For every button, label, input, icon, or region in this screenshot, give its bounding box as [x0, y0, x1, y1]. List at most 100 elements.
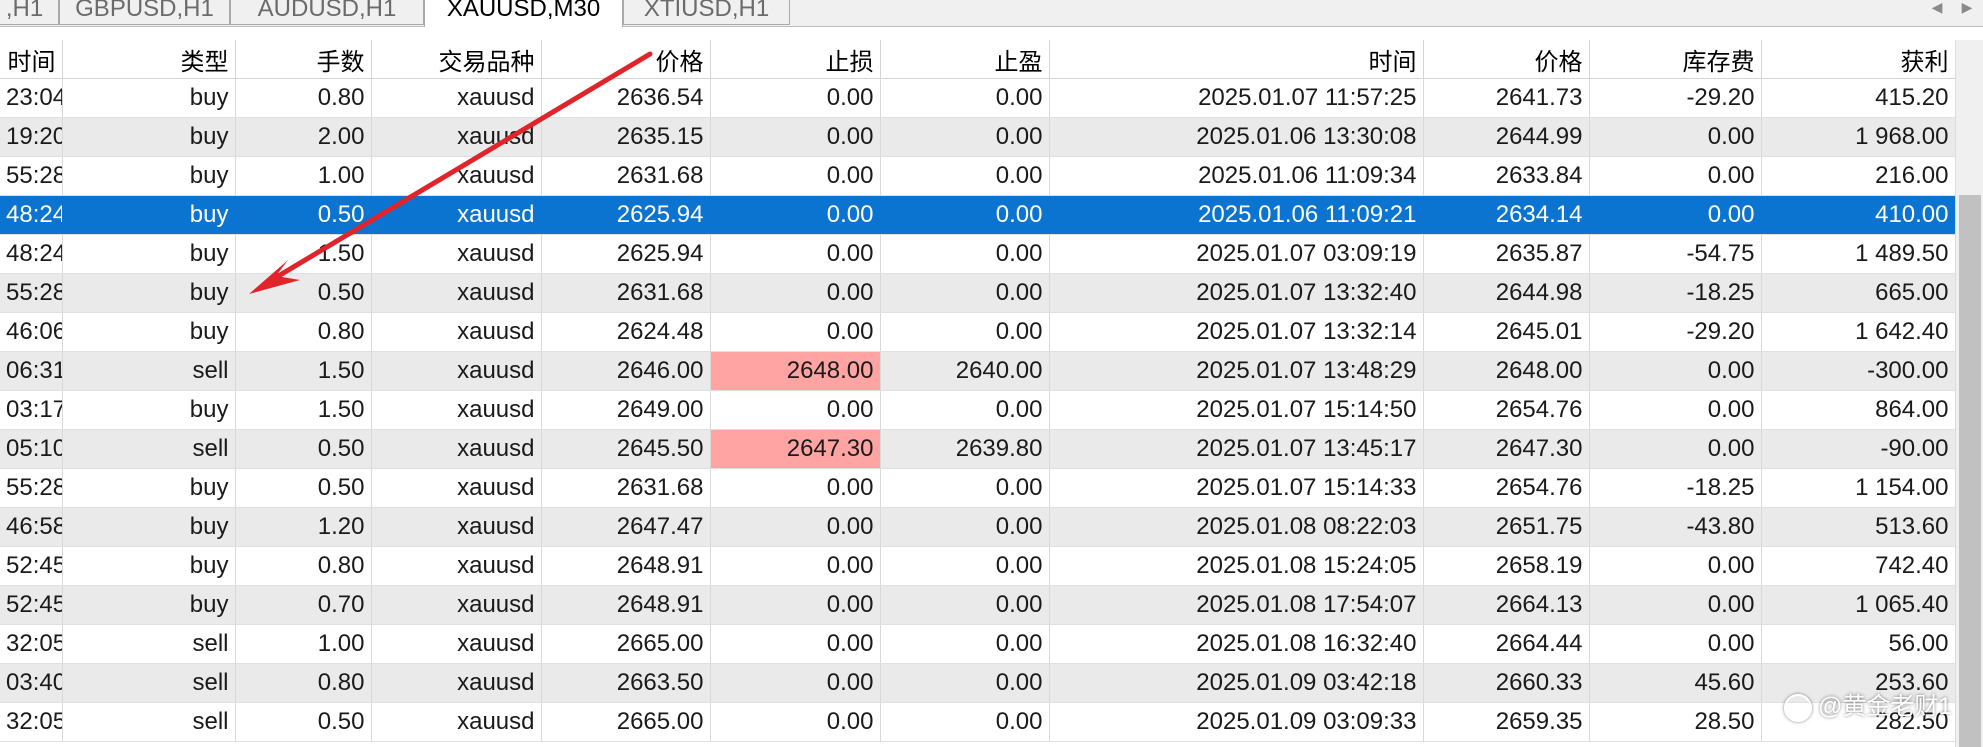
col-header-close-price[interactable]: 价格 [1423, 40, 1590, 79]
cell-swap: 0.00 [1589, 156, 1762, 196]
col-header-profit[interactable]: 获利 [1761, 40, 1956, 79]
cell-open-time: 23:04 [0, 78, 63, 118]
cell-symbol: xauusd [371, 702, 542, 742]
tab-scroll-right-icon[interactable]: ▶ [1955, 0, 1979, 20]
cell-close-price: 2651.75 [1423, 507, 1590, 547]
cell-stop-loss: 2647.30 [710, 429, 881, 469]
cell-open-time: 32:05 [0, 624, 63, 664]
table-header-row: 时间 类型 手数 交易品种 价格 止损 止盈 时间 价格 库存费 获利 [0, 40, 1956, 79]
cell-profit: 864.00 [1761, 390, 1956, 430]
table-row[interactable]: 32:05 sell 0.50 xauusd 2665.00 0.00 0.00 2025.0… [0, 702, 1956, 742]
table-row[interactable]: 06:31 sell 1.50 xauusd 2646.00 2648.00 2640.00… [0, 351, 1956, 391]
trade-history-table: 时间 类型 手数 交易品种 价格 止损 止盈 时间 价格 库存费 获利 23:0… [0, 40, 1956, 742]
cell-open-price: 2631.68 [541, 468, 711, 508]
cell-take-profit: 0.00 [880, 312, 1050, 352]
cell-close-time: 2025.01.06 13:30:08 [1049, 117, 1424, 157]
cell-symbol: xauusd [371, 546, 542, 586]
cell-swap: -43.80 [1589, 507, 1762, 547]
cell-symbol: xauusd [371, 507, 542, 547]
col-header-volume[interactable]: 手数 [235, 40, 372, 79]
col-header-take-profit[interactable]: 止盈 [880, 40, 1050, 79]
tab-audusd-h1[interactable]: AUDUSD,H1 [230, 0, 424, 25]
col-header-symbol[interactable]: 交易品种 [371, 40, 542, 79]
col-header-open-time[interactable]: 时间 [0, 40, 63, 79]
cell-close-price: 2644.98 [1423, 273, 1590, 313]
tab-xauusd-m30[interactable]: XAUUSD,M30 [424, 0, 623, 27]
table-row[interactable]: 05:10 sell 0.50 xauusd 2645.50 2647.30 2639.80… [0, 429, 1956, 469]
col-header-swap[interactable]: 库存费 [1589, 40, 1762, 79]
table-row[interactable]: 19:20 buy 2.00 xauusd 2635.15 0.00 0.00 2025.01… [0, 117, 1956, 157]
vertical-scrollbar[interactable] [1955, 40, 1983, 747]
cell-volume: 2.00 [235, 117, 372, 157]
cell-profit: 1 489.50 [1761, 234, 1956, 274]
table-body: 23:04 buy 0.80 xauusd 2636.54 0.00 0.00 2025.01… [0, 78, 1956, 742]
cell-swap: 0.00 [1589, 351, 1762, 391]
cell-volume: 0.80 [235, 546, 372, 586]
table-row[interactable]: 46:06 buy 0.80 xauusd 2624.48 0.00 0.00 2025.01… [0, 312, 1956, 352]
table-row[interactable]: 52:45 buy 0.80 xauusd 2648.91 0.00 0.00 2025.01… [0, 546, 1956, 586]
cell-open-time: 03:17 [0, 390, 63, 430]
cell-type: buy [62, 234, 236, 274]
cell-take-profit: 0.00 [880, 156, 1050, 196]
cell-open-time: 46:58 [0, 507, 63, 547]
table-row[interactable]: 23:04 buy 0.80 xauusd 2636.54 0.00 0.00 2025.01… [0, 78, 1956, 118]
cell-symbol: xauusd [371, 468, 542, 508]
cell-profit: 415.20 [1761, 78, 1956, 118]
cell-type: buy [62, 546, 236, 586]
cell-close-time: 2025.01.07 15:14:33 [1049, 468, 1424, 508]
tab-xtiusd-h1[interactable]: XTIUSD,H1 [623, 0, 790, 25]
table-row[interactable]: 46:58 buy 1.20 xauusd 2647.47 0.00 0.00 2025.01… [0, 507, 1956, 547]
scrollbar-thumb[interactable] [1959, 195, 1981, 747]
cell-take-profit: 0.00 [880, 117, 1050, 157]
cell-close-price: 2654.76 [1423, 468, 1590, 508]
cell-open-price: 2625.94 [541, 234, 711, 274]
cell-type: buy [62, 585, 236, 625]
cell-close-price: 2664.13 [1423, 585, 1590, 625]
cell-type: buy [62, 390, 236, 430]
cell-swap: -54.75 [1589, 234, 1762, 274]
col-header-type[interactable]: 类型 [62, 40, 236, 79]
cell-stop-loss: 0.00 [710, 702, 881, 742]
cell-type: sell [62, 351, 236, 391]
table-row[interactable]: 03:17 buy 1.50 xauusd 2649.00 0.00 0.00 2025.01… [0, 390, 1956, 430]
cell-take-profit: 2639.80 [880, 429, 1050, 469]
cell-open-time: 48:24 [0, 234, 63, 274]
cell-take-profit: 2640.00 [880, 351, 1050, 391]
table-row[interactable]: 32:05 sell 1.00 xauusd 2665.00 0.00 0.00 2025.0… [0, 624, 1956, 664]
table-row[interactable]: 52:45 buy 0.70 xauusd 2648.91 0.00 0.00 2025.01… [0, 585, 1956, 625]
cell-type: sell [62, 624, 236, 664]
col-header-close-time[interactable]: 时间 [1049, 40, 1424, 79]
tab-scroll-left-icon[interactable]: ◀ [1925, 0, 1949, 20]
table-row[interactable]: 55:28 buy 1.00 xauusd 2631.68 0.00 0.00 2025.01… [0, 156, 1956, 196]
cell-stop-loss: 0.00 [710, 78, 881, 118]
cell-symbol: xauusd [371, 390, 542, 430]
cell-symbol: xauusd [371, 195, 542, 235]
col-header-open-price[interactable]: 价格 [541, 40, 711, 79]
col-header-stop-loss[interactable]: 止损 [710, 40, 881, 79]
tab-gbpusd-h1[interactable]: GBPUSD,H1 [59, 0, 230, 25]
cell-take-profit: 0.00 [880, 195, 1050, 235]
table-row[interactable]: 03:40 sell 0.80 xauusd 2663.50 0.00 0.00 2025.0… [0, 663, 1956, 703]
cell-open-price: 2649.00 [541, 390, 711, 430]
cell-volume: 0.80 [235, 663, 372, 703]
cell-close-price: 2633.84 [1423, 156, 1590, 196]
cell-take-profit: 0.00 [880, 546, 1050, 586]
cell-volume: 0.50 [235, 468, 372, 508]
cell-close-time: 2025.01.08 16:32:40 [1049, 624, 1424, 664]
table-row[interactable]: 55:28 buy 0.50 xauusd 2631.68 0.00 0.00 2025.01… [0, 468, 1956, 508]
cell-close-price: 2664.44 [1423, 624, 1590, 664]
cell-open-time: 55:28 [0, 273, 63, 313]
cell-open-price: 2631.68 [541, 273, 711, 313]
cell-close-time: 2025.01.06 11:09:34 [1049, 156, 1424, 196]
cell-volume: 1.20 [235, 507, 372, 547]
cell-type: buy [62, 312, 236, 352]
cell-close-price: 2660.33 [1423, 663, 1590, 703]
table-row[interactable]: 48:24 buy 0.50 xauusd 2625.94 0.00 0.00 2025.01… [0, 195, 1956, 235]
cell-take-profit: 0.00 [880, 234, 1050, 274]
table-row[interactable]: 48:24 buy 1.50 xauusd 2625.94 0.00 0.00 2025.01… [0, 234, 1956, 274]
cell-type: buy [62, 156, 236, 196]
cell-close-time: 2025.01.09 03:42:18 [1049, 663, 1424, 703]
table-row[interactable]: 55:28 buy 0.50 xauusd 2631.68 0.00 0.00 2025.01… [0, 273, 1956, 313]
tab-partial-h1[interactable]: ,H1 [0, 0, 59, 25]
cell-swap: 0.00 [1589, 546, 1762, 586]
